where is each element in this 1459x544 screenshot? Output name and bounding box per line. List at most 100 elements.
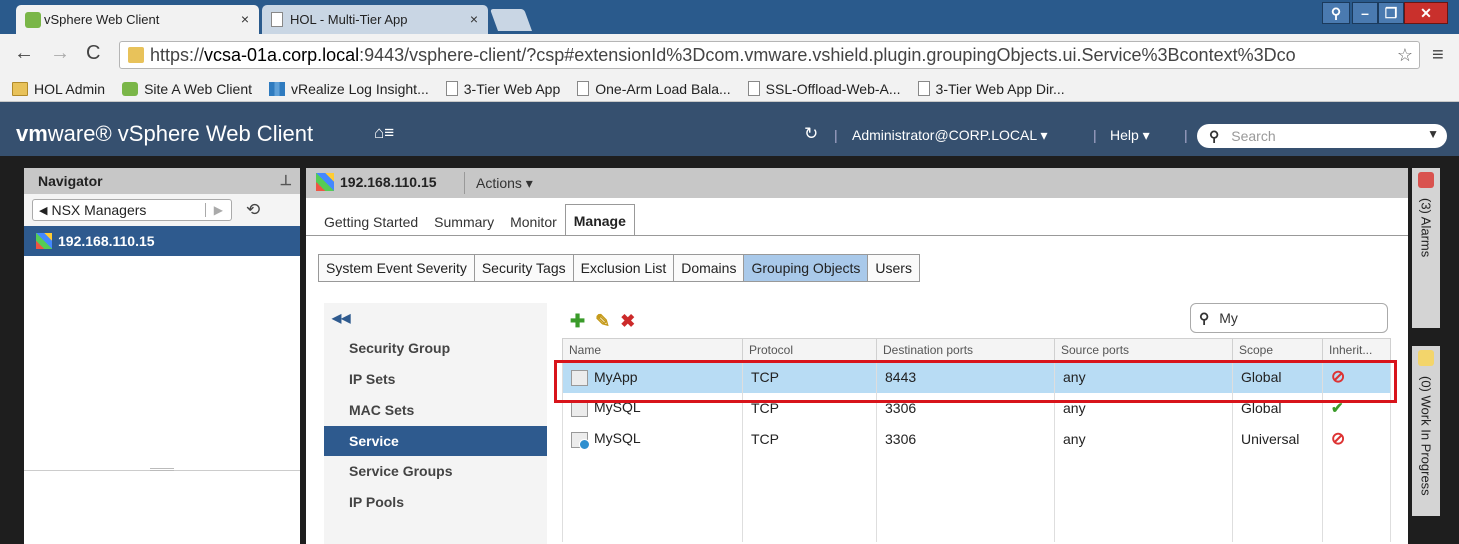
breadcrumb-back-button[interactable]: ◀ NSX Managers ▶ [32, 199, 232, 221]
column-header-name[interactable]: Name [562, 338, 743, 362]
bookmark-3-tier-dir[interactable]: 3-Tier Web App Dir... [917, 81, 1065, 97]
chevron-left-icon: ◀ [39, 204, 48, 217]
page-icon [445, 81, 458, 96]
page-icon [271, 12, 283, 27]
tab-summary[interactable]: Summary [426, 208, 502, 236]
panel-splitter[interactable] [24, 468, 300, 471]
subtab-users[interactable]: Users [868, 255, 919, 281]
object-header: 192.168.110.15 Actions ▾ [306, 168, 1408, 198]
empty-row [562, 512, 1391, 542]
nsx-manager-icon [316, 173, 334, 191]
history-icon[interactable]: ⟲ [246, 200, 260, 220]
nsx-manager-icon [36, 233, 52, 249]
browser-tab-vsphere[interactable]: vSphere Web Client × [16, 5, 259, 34]
forward-arrow-icon[interactable]: → [50, 42, 70, 65]
add-icon[interactable]: ✚ [570, 311, 585, 332]
maximize-button[interactable]: ❐ [1378, 2, 1404, 24]
work-in-progress-panel[interactable]: (0) Work In Progress [1412, 346, 1440, 516]
chevron-down-icon[interactable]: ▼ [1427, 127, 1439, 141]
reload-icon[interactable]: C [86, 42, 100, 65]
close-icon[interactable]: × [241, 11, 249, 27]
browser-toolbar: ← → C https://vcsa-01a.corp.local:9443/v… [0, 34, 1459, 76]
column-header-protocol[interactable]: Protocol [742, 338, 877, 362]
navigator-panel: Navigator ⊥ ◀ NSX Managers ▶ ⟲ 192.168.1… [24, 168, 300, 544]
chevron-right-icon[interactable]: ▶ [204, 203, 231, 217]
subtab-security-tags[interactable]: Security Tags [474, 255, 574, 281]
list-item-ip-pools[interactable]: IP Pools [324, 487, 547, 517]
cell-scope: Universal [1232, 423, 1323, 455]
address-bar[interactable]: https://vcsa-01a.corp.local:9443/vsphere… [119, 41, 1420, 69]
alarms-panel[interactable]: (3) Alarms [1412, 168, 1440, 328]
list-item-mac-sets[interactable]: MAC Sets [324, 395, 547, 425]
minimize-button[interactable]: – [1352, 2, 1378, 24]
collapse-icon[interactable]: ◀◀ [332, 311, 350, 325]
bookmark-label: 3-Tier Web App [463, 80, 561, 97]
column-header-destination-ports[interactable]: Destination ports [876, 338, 1055, 362]
grid-toolbar: ✚ ✎ ✖ [570, 311, 635, 332]
table-row[interactable]: MySQL TCP 3306 any Universal ⊘ [562, 423, 1391, 455]
tab-getting-started[interactable]: Getting Started [316, 208, 426, 236]
global-search-input[interactable]: ⚲ Search ▼ [1197, 124, 1447, 148]
delete-icon[interactable]: ✖ [620, 311, 635, 332]
column-header-inherit[interactable]: Inherit... [1322, 338, 1391, 362]
close-window-button[interactable]: ✕ [1404, 2, 1448, 24]
alarms-label: (3) Alarms [1418, 198, 1434, 258]
bookmark-one-arm[interactable]: One-Arm Load Bala... [577, 80, 731, 97]
url-scheme: https:// [150, 44, 205, 65]
table-header-row: Name Protocol Destination ports Source p… [562, 338, 1391, 362]
column-header-scope[interactable]: Scope [1232, 338, 1323, 362]
help-menu[interactable]: Help ▾ [1110, 127, 1150, 144]
vmware-logo: vmware® vSphere Web Client [16, 121, 313, 147]
column-header-source-ports[interactable]: Source ports [1054, 338, 1233, 362]
bookmarks-bar: HOL Admin Site A Web Client vRealize Log… [0, 76, 1459, 102]
bookmark-hol-admin[interactable]: HOL Admin [12, 81, 105, 97]
page-icon [747, 81, 760, 96]
list-item-security-group[interactable]: Security Group [324, 333, 547, 363]
logo-vm: vm [16, 121, 48, 146]
empty-row [562, 454, 1391, 484]
pin-icon[interactable]: ⊥ [280, 172, 292, 189]
edit-pencil-icon[interactable]: ✎ [595, 311, 610, 332]
subtab-exclusion-list[interactable]: Exclusion List [573, 255, 675, 281]
new-tab-button[interactable] [489, 9, 533, 31]
cell-destination: 3306 [876, 423, 1055, 455]
page-icon [577, 81, 590, 96]
list-item-service[interactable]: Service [324, 426, 547, 456]
refresh-icon[interactable]: ↻ [804, 124, 818, 144]
home-menu-icon[interactable]: ⌂≡ [374, 123, 394, 143]
filter-input[interactable]: ⚲ My [1190, 303, 1388, 333]
user-icon[interactable]: ⚲ [1322, 2, 1350, 24]
service-icon [571, 400, 588, 417]
browser-tab-hol[interactable]: HOL - Multi-Tier App × [262, 5, 488, 34]
tab-monitor[interactable]: Monitor [502, 208, 565, 236]
bookmark-ssl-offload[interactable]: SSL-Offload-Web-A... [747, 81, 901, 97]
log-insight-icon [269, 81, 285, 96]
url-path: :9443/vsphere-client/?csp#extensionId%3D… [359, 44, 1296, 65]
vsphere-icon [122, 81, 139, 96]
bookmark-label: One-Arm Load Bala... [595, 80, 731, 97]
search-placeholder: Search [1231, 128, 1276, 144]
tab-title: HOL - Multi-Tier App [290, 12, 408, 27]
menu-icon[interactable]: ≡ [1432, 44, 1444, 67]
subtab-domains[interactable]: Domains [674, 255, 745, 281]
lock-warning-icon [128, 47, 144, 63]
bookmark-log-insight[interactable]: vRealize Log Insight... [269, 81, 429, 97]
bookmark-star-icon[interactable]: ☆ [1394, 45, 1413, 66]
main-area: Navigator ⊥ ◀ NSX Managers ▶ ⟲ 192.168.1… [0, 156, 1459, 544]
back-arrow-icon[interactable]: ← [14, 42, 34, 65]
subtab-system-event-severity[interactable]: System Event Severity [319, 255, 475, 281]
navigator-item-selected[interactable]: 192.168.110.15 [24, 226, 300, 256]
navigator-header: Navigator ⊥ [24, 168, 300, 194]
user-menu[interactable]: Administrator@CORP.LOCAL ▾ [852, 127, 1048, 144]
cell-inherit: ⊘ [1322, 423, 1391, 455]
list-item-service-groups[interactable]: Service Groups [324, 456, 547, 486]
actions-menu[interactable]: Actions ▾ [476, 175, 533, 192]
header-divider: | [1184, 127, 1188, 143]
header-divider: | [1093, 127, 1097, 143]
close-icon[interactable]: × [470, 11, 478, 27]
bookmark-3-tier[interactable]: 3-Tier Web App [445, 80, 561, 97]
subtab-grouping-objects[interactable]: Grouping Objects [744, 255, 869, 281]
bookmark-site-a[interactable]: Site A Web Client [122, 81, 252, 97]
tab-manage[interactable]: Manage [564, 204, 635, 236]
list-item-ip-sets[interactable]: IP Sets [324, 364, 547, 394]
